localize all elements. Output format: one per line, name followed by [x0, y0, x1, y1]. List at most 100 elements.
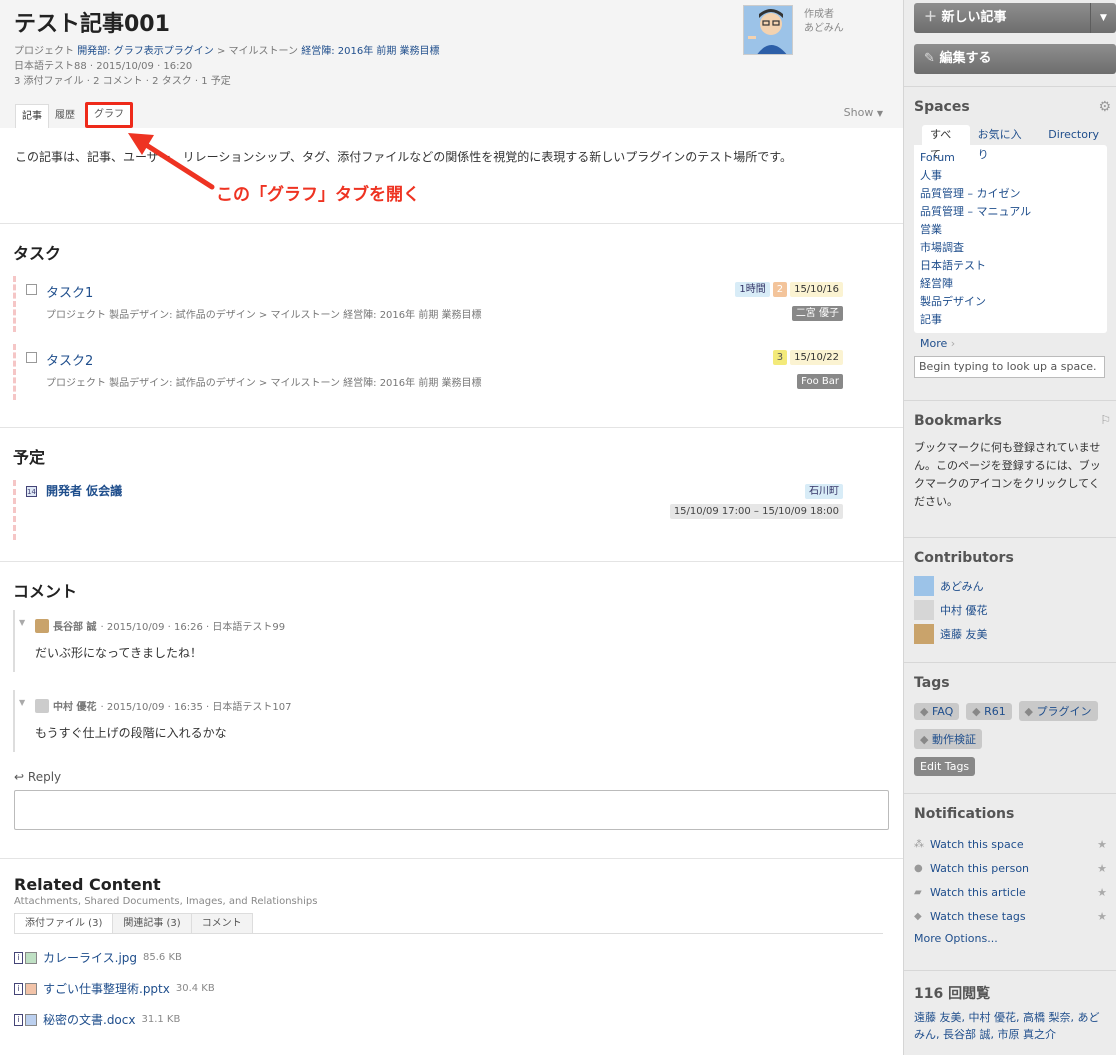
bookmarks-text: ブックマークに何も登録されていません。このページを登録するには、ブックマークのア…: [914, 441, 1101, 508]
space-item[interactable]: 記事: [920, 311, 1101, 329]
star-icon[interactable]: ★: [1097, 886, 1107, 899]
task-assignee[interactable]: 二宮 優子: [791, 306, 843, 321]
spaces-list: Forum 人事 品質管理 – カイゼン 品質管理 – マニュアル 営業 市場調…: [914, 145, 1107, 333]
contributor-item[interactable]: 中村 優花: [914, 598, 1107, 622]
article-meta-date: 日本語テスト88 · 2015/10/09 · 16:20: [14, 61, 193, 72]
info-icon[interactable]: i: [14, 982, 23, 995]
tab-history[interactable]: 履歴: [49, 104, 81, 128]
tab-all[interactable]: すべて: [922, 125, 970, 161]
avatar: [914, 576, 934, 596]
space-item[interactable]: 品質管理 – カイゼン: [920, 185, 1101, 203]
reply-link[interactable]: ↩ Reply: [0, 770, 903, 784]
file-link[interactable]: カレーライス.jpg: [43, 949, 137, 966]
article-tabs: 記事 履歴 グラフ: [15, 102, 133, 128]
more-options-link[interactable]: More Options...: [914, 932, 1107, 945]
space-item[interactable]: 経営陣: [920, 275, 1101, 293]
tasks-title: タスク: [13, 244, 62, 263]
edit-tags-button[interactable]: Edit Tags: [914, 757, 976, 776]
project-link[interactable]: 開発部: グラフ表示プラグイン: [77, 46, 214, 57]
task-checkbox[interactable]: [26, 284, 37, 295]
contributor-item[interactable]: あどみん: [914, 574, 1107, 598]
avatar[interactable]: [35, 618, 49, 633]
reply-input[interactable]: [14, 790, 889, 830]
show-menu[interactable]: Show ▼: [844, 106, 883, 119]
sidebar: ＋ 新しい記事 ▼ ✎ 編集する Spaces ⚙ すべて お気に入り Dire…: [903, 0, 1116, 1055]
space-item[interactable]: Forum: [920, 149, 1101, 167]
task-item: タスク1 プロジェクト 製品デザイン: 試作品のデザイン > マイルストーン 経…: [13, 276, 903, 332]
watch-space-item[interactable]: ⁂ Watch this space ★: [914, 832, 1107, 856]
author-avatar[interactable]: [743, 5, 793, 55]
gear-icon[interactable]: ⚙: [1098, 99, 1111, 115]
task-time-badge: 1時間: [735, 282, 770, 297]
watch-tags-item[interactable]: ◆ Watch these tags ★: [914, 904, 1107, 928]
watch-article-item[interactable]: ▰ Watch this article ★: [914, 880, 1107, 904]
tag-item[interactable]: ◆ FAQ: [914, 703, 960, 720]
edit-button[interactable]: ✎ 編集する: [914, 44, 1116, 74]
tab-directory[interactable]: Directory: [1040, 125, 1107, 145]
tag-icon: ◆: [920, 705, 929, 718]
tag-item[interactable]: ◆ プラグイン: [1018, 701, 1098, 721]
file-size: 30.4 KB: [175, 983, 215, 994]
space-item[interactable]: 市場調査: [920, 239, 1101, 257]
spaces-tabs: すべて お気に入り Directory: [914, 125, 1107, 161]
space-item[interactable]: 製品デザイン: [920, 293, 1101, 311]
info-icon[interactable]: i: [14, 1013, 23, 1026]
tasks-section: タスク タスク1 プロジェクト 製品デザイン: 試作品のデザイン > マイルスト…: [0, 224, 903, 428]
comment-meta: · 2015/10/09 · 16:35 · 日本語テスト107: [100, 702, 292, 713]
collapse-icon[interactable]: ▼: [19, 618, 25, 627]
file-item: i カレーライス.jpg 85.6 KB: [0, 942, 903, 973]
file-link[interactable]: すごい仕事整理術.pptx: [43, 980, 170, 997]
spaces-more-link[interactable]: More ›: [920, 337, 1107, 350]
watch-person-item[interactable]: ● Watch this person ★: [914, 856, 1107, 880]
task-checkbox[interactable]: [26, 352, 37, 363]
info-icon[interactable]: i: [14, 951, 23, 964]
comments-title: コメント: [13, 582, 78, 601]
tab-comments[interactable]: コメント: [190, 913, 253, 933]
tab-related-articles[interactable]: 関連記事 (3): [112, 913, 192, 933]
task-link[interactable]: タスク1: [46, 282, 93, 301]
file-size: 31.1 KB: [141, 1014, 181, 1025]
space-item[interactable]: 品質管理 – マニュアル: [920, 203, 1101, 221]
avatar[interactable]: [35, 698, 49, 713]
star-icon[interactable]: ★: [1097, 910, 1107, 923]
contributor-item[interactable]: 遠藤 友美: [914, 622, 1107, 646]
event-link[interactable]: 開発者 仮会議: [46, 482, 122, 499]
events-title: 予定: [13, 448, 46, 467]
file-link[interactable]: 秘密の文書.docx: [43, 1011, 135, 1028]
milestone-link[interactable]: 経営陣: 2016年 前期 業務目標: [301, 46, 439, 57]
annotation-arrow-icon: [128, 133, 215, 190]
chevron-right-icon: ›: [950, 337, 956, 350]
tab-article[interactable]: 記事: [15, 104, 49, 128]
comment-item: ▼ 中村 優花 · 2015/10/09 · 16:35 · 日本語テスト107…: [13, 690, 903, 752]
space-item[interactable]: 営業: [920, 221, 1101, 239]
bookmark-icon[interactable]: ⚐: [1100, 413, 1111, 427]
new-article-button[interactable]: ＋ 新しい記事 ▼: [914, 3, 1116, 33]
task-link[interactable]: タスク2: [46, 350, 93, 369]
file-size: 85.6 KB: [143, 952, 182, 963]
task-assignee[interactable]: Foo Bar: [797, 374, 843, 389]
space-item[interactable]: 人事: [920, 167, 1101, 185]
tag-item[interactable]: ◆ R61: [966, 703, 1012, 720]
speech-bubble-icon: ▰: [914, 886, 922, 898]
tab-attachments[interactable]: 添付ファイル (3): [14, 913, 114, 933]
author-info: 作成者 あどみん: [804, 9, 844, 34]
chevron-down-icon[interactable]: ▼: [1090, 3, 1116, 33]
person-icon: ●: [914, 862, 923, 874]
viewer-list[interactable]: 遠藤 友美, 中村 優花, 高橋 梨奈, あどみん, 長谷部 誠, 市原 真之介: [914, 1009, 1107, 1043]
star-icon[interactable]: ★: [1097, 838, 1107, 851]
collapse-icon[interactable]: ▼: [19, 698, 25, 707]
space-item[interactable]: 日本語テスト: [920, 257, 1101, 275]
tab-favorites[interactable]: お気に入り: [970, 125, 1041, 161]
task-meta: プロジェクト 製品デザイン: 試作品のデザイン > マイルストーン 経営陣: 2…: [46, 378, 482, 389]
calendar-icon: 14: [26, 486, 37, 497]
tag-item[interactable]: ◆ 動作検証: [914, 729, 982, 749]
avatar: [914, 600, 934, 620]
tag-icon: ◆: [920, 733, 929, 746]
comment-author[interactable]: 中村 優花: [53, 698, 96, 713]
comment-author[interactable]: 長谷部 誠: [53, 618, 96, 633]
space-lookup-input[interactable]: Begin typing to look up a space.: [914, 356, 1105, 378]
annotation-label: この「グラフ」タブを開く: [216, 185, 420, 205]
image-file-icon: [25, 951, 37, 964]
star-icon[interactable]: ★: [1097, 862, 1107, 875]
notifications-title: Notifications: [914, 806, 1015, 822]
